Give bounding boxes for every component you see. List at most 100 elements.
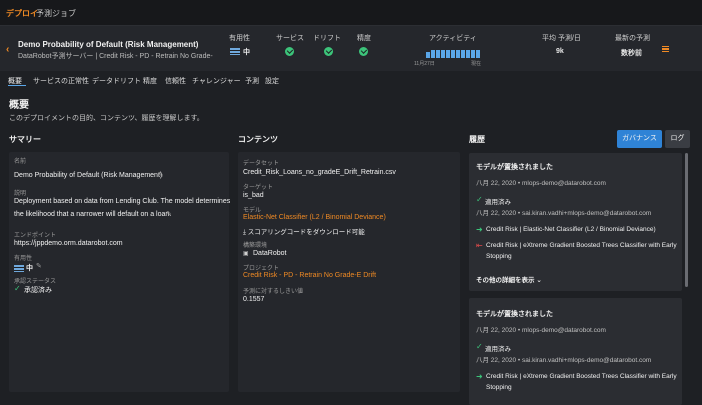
name-label: 名前 [14,159,27,165]
dataset-value: Credit_Risk_Loans_no_gradeE_Drift_Retrai… [243,169,396,176]
history-card-meta: 八月 22, 2020 • mlops-demo@datarobot.com [476,180,606,187]
activity-bar [476,50,480,58]
show-more-label: その他の詳細を表示 [476,277,535,284]
top-nav: デプロイ 予測ジョブ [0,0,702,26]
activity-bar [446,50,450,58]
history-card: モデルが置換されました 八月 22, 2020 • mlops-demo@dat… [469,153,682,291]
history-card-meta: 八月 22, 2020 • sai.kiran.vadhi+mlops-demo… [476,357,652,364]
deployment-header: ‹ Demo Probability of Default (Risk Mana… [0,26,702,71]
drift-header[interactable]: ドリフト [313,33,341,43]
deployment-subtitle: DataRobot予測サーバー | Credit Risk - PD - Ret… [18,53,213,60]
activity-bar [456,50,460,58]
dataset-label: データセット [243,161,280,167]
accuracy-header[interactable]: 精度 [357,33,371,43]
approval-value: 承認済み [24,287,52,294]
summary-panel: 名前 Demo Probability of Default (Risk Man… [9,152,231,392]
history-card-title: モデルが置換されました [476,311,553,318]
page-title: 概要 [9,100,29,111]
endpoint-label: エンドポイント [14,233,57,239]
approved-text: 適用済み [485,346,511,353]
model-link[interactable]: Elastic-Net Classifier (L2 / Binomial De… [243,214,386,221]
avg-pred-header: 平均 予測/日 [542,35,581,42]
tab-service-health[interactable]: サービスの正常性 [33,76,89,86]
nav-prediction-jobs[interactable]: 予測ジョブ [36,8,76,19]
activity-bar [426,52,430,58]
tab-reliability[interactable]: 信頼性 [165,76,186,86]
history-card-meta: 八月 22, 2020 • sai.kiran.vadhi+mlops-demo… [476,210,652,217]
model-in-text: Credit Risk | eXtreme Gradient Boosted T… [486,373,677,380]
project-label: プロジェクト [243,266,280,272]
description-line2: the likelihood that a narrower will defa… [14,211,172,218]
edit-name-icon[interactable]: ✎ [158,171,164,179]
service-status-icon[interactable] [285,47,294,56]
usefulness-value: 中 [243,49,250,56]
tab-predictions[interactable]: 予測 [245,76,259,86]
latest-pred-header: 最新の予測 [615,35,650,42]
check-icon: ✓ [14,284,21,293]
activity-bar [466,50,470,58]
active-tab-indicator [8,85,26,86]
tab-challengers[interactable]: チャレンジャー [192,76,241,86]
chevron-down-icon: ⌄ [536,277,542,284]
history-card: モデルが置換されました 八月 22, 2020 • mlops-demo@dat… [469,298,682,405]
activity-bar [471,50,475,58]
environment-value: DataRobot [253,250,287,257]
history-scrollbar[interactable] [685,153,688,287]
check-icon: ✓ [476,342,483,351]
approved-text: 適用済み [485,199,511,206]
avg-pred-value: 9k [556,48,564,55]
contents-panel: データセット Credit_Risk_Loans_no_gradeE_Drift… [238,152,460,392]
flag-icon [14,265,24,272]
history-card-meta: 八月 22, 2020 • mlops-demo@datarobot.com [476,327,606,334]
model-out-text: Credit Risk | eXtreme Gradient Boosted T… [486,242,677,249]
tab-accuracy[interactable]: 精度 [143,76,157,86]
importance-label: 有用性 [14,256,33,262]
tab-data-drift[interactable]: データドリフト [92,76,141,86]
tab-settings[interactable]: 設定 [265,76,279,86]
importance-value: 中 [26,265,33,272]
deployment-title: Demo Probability of Default (Risk Manage… [18,40,199,49]
chevron-left-icon[interactable]: ‹ [6,44,9,55]
drift-status-icon[interactable] [324,47,333,56]
edit-importance-icon[interactable]: ✎ [36,262,42,270]
target-value: is_bad [243,192,264,199]
target-label: ターゲット [243,185,274,191]
activity-bar [431,50,435,58]
name-value: Demo Probability of Default (Risk Manage… [14,172,163,179]
governance-button[interactable]: ガバナンス [617,130,662,148]
usefulness-header: 有用性 [229,35,250,42]
log-button[interactable]: ログ [665,130,690,148]
accuracy-status-icon[interactable] [359,47,368,56]
download-scoring-code[interactable]: ⤓ スコアリングコードをダウンロード可能 [243,226,365,237]
nav-deployments[interactable]: デプロイ [6,8,38,19]
edit-description-icon[interactable]: ✎ [166,210,172,218]
model-label: モデル [243,208,262,214]
activity-from: 11月27日 [414,61,435,67]
model-out-text-2: Stopping [486,253,512,260]
datarobot-icon: ▣ [243,251,249,257]
activity-bar [436,50,440,58]
activity-bar [451,50,455,58]
model-out-icon: ⇤ [476,241,483,250]
description-label: 説明 [14,191,27,197]
environment-label: 構築環境 [243,243,268,249]
summary-title: サマリー [9,135,41,144]
contents-title: コンテンツ [238,135,278,144]
model-in-icon: ➜ [476,372,483,381]
download-label: スコアリングコードをダウンロード可能 [247,229,365,236]
show-more-link[interactable]: その他の詳細を表示 ⌄ [476,274,542,284]
project-link[interactable]: Credit Risk - PD - Retrain No Grade-E Dr… [243,272,376,279]
model-in-text: Credit Risk | Elastic-Net Classifier (L2… [486,226,656,233]
description-line1: Deployment based on data from Lending Cl… [14,198,231,205]
model-in-icon: ➜ [476,225,483,234]
check-icon: ✓ [476,195,483,204]
service-header[interactable]: サービス [276,33,304,43]
history-card-title: モデルが置換されました [476,164,553,171]
menu-icon[interactable] [662,46,669,52]
tab-bar: 概要 サービスの正常性 データドリフト 精度 信頼性 チャレンジャー 予測 設定 [0,71,702,87]
threshold-label: 予測に対するしきい値 [243,289,304,295]
history-title: 履歴 [469,135,485,144]
flag-icon [230,48,240,55]
activity-bar [441,50,445,58]
threshold-value: 0.1557 [243,296,265,303]
